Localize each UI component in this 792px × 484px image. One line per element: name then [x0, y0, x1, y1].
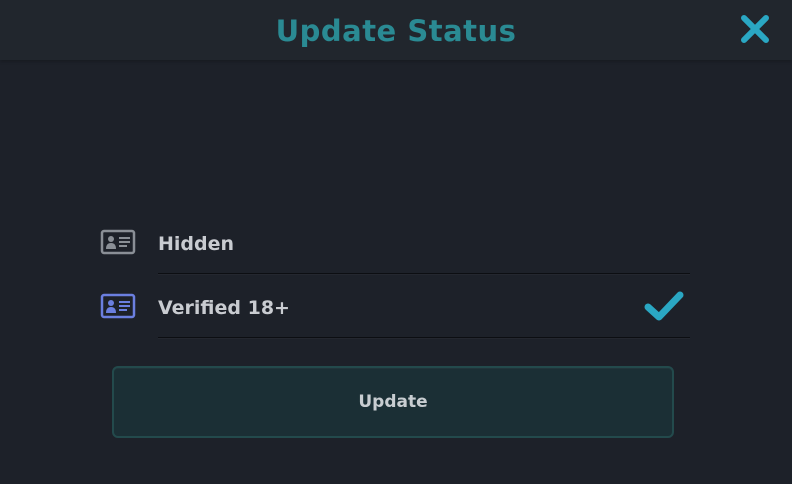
dialog-title: Update Status [275, 14, 517, 48]
update-status-dialog: Update Status Hidden Verified 18+ Update [0, 0, 792, 484]
id-card-icon [100, 229, 136, 255]
status-option-label: Hidden [158, 233, 235, 255]
id-card-icon [100, 293, 136, 319]
status-option-hidden[interactable]: Hidden [100, 210, 690, 274]
divider [158, 337, 690, 338]
checkmark-icon [644, 291, 684, 321]
close-icon[interactable] [739, 13, 771, 45]
status-option-label: Verified 18+ [158, 297, 290, 319]
dialog-header: Update Status [0, 0, 792, 60]
status-option-verified[interactable]: Verified 18+ [100, 274, 690, 338]
update-button[interactable]: Update [112, 366, 674, 438]
